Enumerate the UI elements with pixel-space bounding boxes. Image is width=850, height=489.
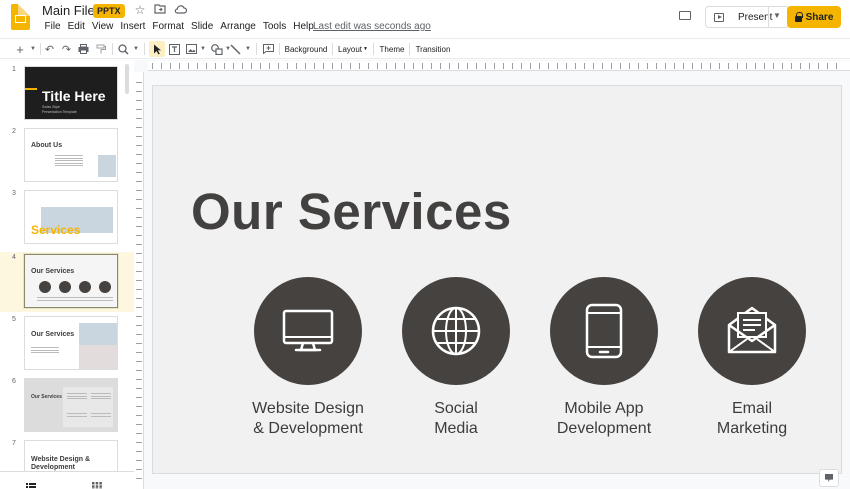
- paint-format-icon[interactable]: [94, 41, 107, 57]
- service-label: Mobile App Development: [556, 400, 652, 437]
- layout-dropdown-icon: ▼: [363, 46, 368, 52]
- slide-thumbnail-7[interactable]: Website Design & Development: [24, 440, 118, 471]
- present-icon: [714, 12, 724, 22]
- transition-button[interactable]: Transition: [414, 41, 452, 57]
- last-edit-link[interactable]: Last edit was seconds ago: [313, 21, 431, 32]
- new-slide-icon[interactable]: +: [13, 41, 27, 57]
- menu-insert[interactable]: Insert: [117, 21, 149, 32]
- slide-number: 3: [12, 190, 16, 197]
- layout-button[interactable]: Layout ▼: [338, 41, 368, 57]
- menu-format[interactable]: Format: [149, 21, 188, 32]
- zoom-icon[interactable]: [117, 41, 130, 57]
- filmstrip-scrollbar[interactable]: [125, 64, 129, 94]
- thumb-subtitle: Presentation Template: [42, 110, 77, 114]
- menu-tools[interactable]: Tools: [259, 21, 289, 32]
- service-circle: [550, 277, 658, 385]
- document-title[interactable]: Main File: [42, 3, 95, 18]
- slide-thumbnail-5[interactable]: Our Services: [24, 316, 118, 370]
- slide-number: 6: [12, 378, 16, 385]
- lock-icon: [794, 11, 803, 22]
- filmstrip-footer: [0, 471, 134, 489]
- line-icon[interactable]: [229, 41, 242, 57]
- mobile-phone-icon: [585, 303, 623, 359]
- service-email-marketing[interactable]: Email Marketing: [677, 277, 827, 439]
- thumb-title: Our Services: [31, 268, 75, 275]
- share-button[interactable]: Share: [787, 6, 841, 28]
- slide-thumbnail-4[interactable]: Our Services: [24, 254, 118, 308]
- redo-icon[interactable]: ↷: [60, 41, 73, 57]
- slide-thumbnail-6[interactable]: Our Services: [24, 378, 118, 432]
- slides-logo-icon[interactable]: [11, 4, 30, 30]
- menu-bar: File Edit View Insert Format Slide Arran…: [41, 21, 317, 32]
- add-comment-icon[interactable]: [261, 41, 275, 57]
- thumb-title: Our Services: [31, 394, 62, 400]
- service-label: Social Media: [434, 400, 478, 437]
- menu-file[interactable]: File: [41, 21, 64, 32]
- slide-thumbnail-1[interactable]: Title Here Swiss Style Presentation Temp…: [24, 66, 118, 120]
- explore-icon[interactable]: [819, 469, 839, 487]
- slide-number: 1: [12, 66, 16, 73]
- comment-icon: [679, 11, 691, 20]
- print-icon[interactable]: [77, 41, 90, 57]
- list-view-icon[interactable]: [26, 478, 36, 489]
- service-label: Email Marketing: [716, 400, 788, 437]
- layout-label: Layout: [338, 44, 363, 54]
- service-social-media[interactable]: Social Media: [381, 277, 531, 439]
- share-label: Share: [805, 11, 834, 23]
- monitor-icon: [282, 309, 334, 352]
- email-envelope-icon: [727, 306, 777, 354]
- slide-thumbnail-3[interactable]: Services: [24, 190, 118, 244]
- shape-icon[interactable]: [210, 41, 223, 57]
- slide-filmstrip[interactable]: 1 Title Here Swiss Style Presentation Te…: [0, 60, 134, 471]
- slide-number: 4: [12, 254, 16, 261]
- star-icon[interactable]: ☆: [133, 3, 147, 17]
- cloud-status-icon[interactable]: [173, 3, 187, 17]
- thumb-title: Our Services: [31, 331, 75, 338]
- file-format-badge: PPTX: [93, 4, 125, 18]
- globe-icon: [431, 306, 481, 356]
- undo-icon[interactable]: ↶: [43, 41, 56, 57]
- horizontal-ruler[interactable]: [148, 61, 850, 71]
- grid-view-icon[interactable]: [92, 478, 102, 489]
- line-dropdown-icon[interactable]: ▼: [244, 41, 252, 57]
- slide-number: 7: [12, 440, 16, 447]
- slide-thumbnail-2[interactable]: About Us: [24, 128, 118, 182]
- thumb-title: Website Design & Development: [31, 456, 90, 471]
- service-circle: [698, 277, 806, 385]
- text-box-icon[interactable]: [168, 41, 181, 57]
- toolbar: + ▼ ↶ ↷ ▼ ▼ ▼ ▼ Background Layout ▼ Theme…: [0, 38, 850, 59]
- vertical-ruler[interactable]: [134, 72, 144, 489]
- menu-arrange[interactable]: Arrange: [217, 21, 260, 32]
- thumb-title: About Us: [31, 142, 63, 149]
- service-website-design[interactable]: Website Design & Development: [233, 277, 383, 439]
- background-button[interactable]: Background: [284, 41, 328, 57]
- present-button[interactable]: Present ▼: [705, 6, 790, 28]
- comment-history-button[interactable]: [676, 8, 694, 24]
- service-circle: [402, 277, 510, 385]
- slide-number: 5: [12, 316, 16, 323]
- insert-image-icon[interactable]: [185, 41, 198, 57]
- thumb-title: Services: [31, 223, 81, 237]
- current-slide[interactable]: Our Services Website Design & Developmen…: [152, 85, 842, 474]
- service-mobile-app[interactable]: Mobile App Development: [529, 277, 679, 439]
- slide-heading[interactable]: Our Services: [191, 182, 512, 241]
- thumb-subtitle: Swiss Style: [42, 105, 60, 109]
- theme-button[interactable]: Theme: [378, 41, 406, 57]
- image-dropdown-icon[interactable]: ▼: [199, 41, 207, 57]
- menu-view[interactable]: View: [88, 21, 117, 32]
- app-header: Main File PPTX ☆ File Edit View Insert F…: [0, 0, 850, 38]
- zoom-dropdown-icon[interactable]: ▼: [132, 41, 140, 57]
- menu-edit[interactable]: Edit: [64, 21, 88, 32]
- move-folder-icon[interactable]: [153, 3, 167, 17]
- thumb-title: Title Here: [42, 88, 106, 104]
- title-actions: ☆: [133, 3, 187, 17]
- service-circle: [254, 277, 362, 385]
- present-dropdown-icon[interactable]: ▼: [773, 11, 781, 20]
- select-cursor-icon[interactable]: [149, 41, 165, 57]
- new-slide-layout-dropdown-icon[interactable]: ▼: [29, 41, 37, 57]
- slide-number: 2: [12, 128, 16, 135]
- menu-slide[interactable]: Slide: [188, 21, 217, 32]
- service-label: Website Design & Development: [252, 400, 364, 437]
